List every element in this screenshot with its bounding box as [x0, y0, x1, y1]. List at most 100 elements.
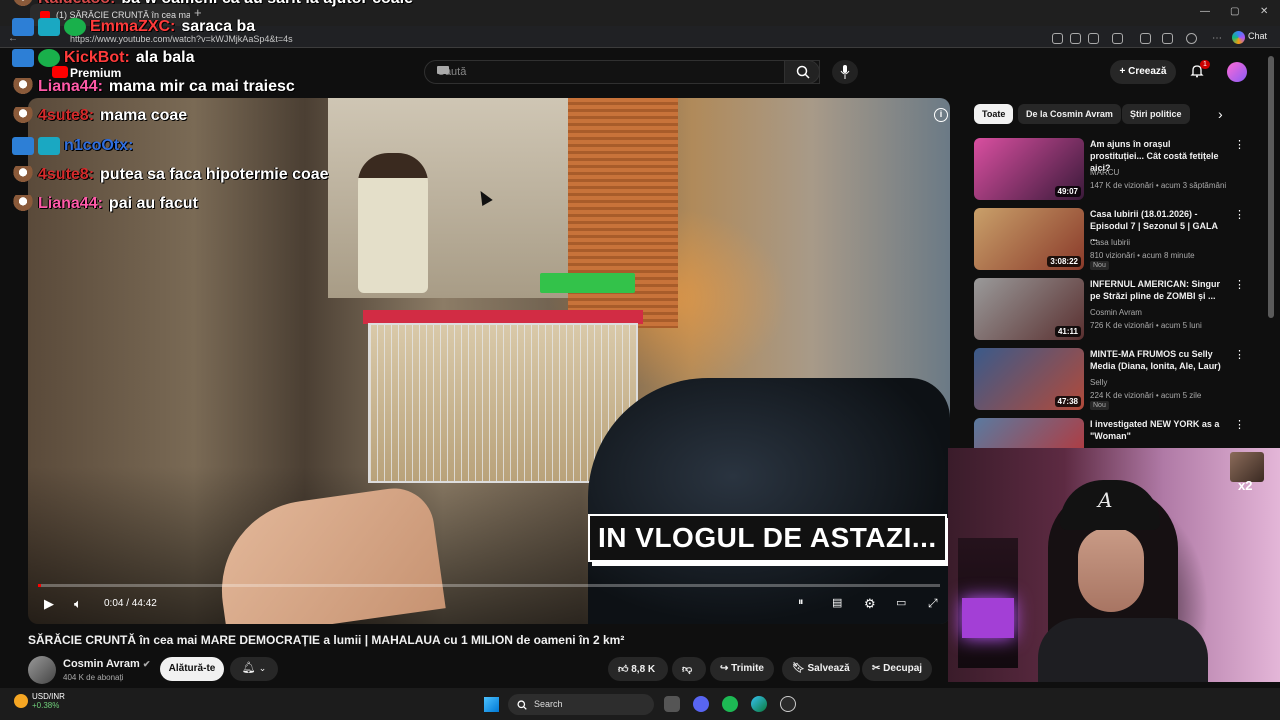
webcam-streamer-shirt [1038, 618, 1208, 682]
video-thumbnail[interactable]: 41:11 [974, 278, 1084, 340]
video-title: SĂRĂCIE CRUNTĂ în cea mai MARE DEMOCRAȚI… [28, 633, 625, 647]
scissors-icon: ✂ [872, 663, 881, 674]
new-badge: Nou [1090, 401, 1109, 410]
task-view-icon[interactable] [664, 696, 680, 712]
edge-browser-icon[interactable] [751, 696, 767, 712]
recommended-video[interactable]: 41:11 INFERNUL AMERICAN: Singur pe Străzi… [972, 278, 1245, 344]
chat-message: Liana44: mama mir ca mai traiesc [12, 78, 295, 100]
video-scene-tray [540, 273, 635, 293]
chat-message: Kaldeaoo: ba w oameni ca au sarit la ajut… [12, 0, 413, 12]
discord-icon[interactable] [693, 696, 709, 712]
streamer-webcam: A x2 [948, 448, 1280, 682]
chevron-right-icon[interactable]: › [1218, 106, 1223, 122]
more-options-icon[interactable]: ⋮ [1234, 278, 1245, 291]
fullscreen-icon[interactable]: ⤢ [928, 596, 938, 611]
more-options-icon[interactable]: ⋮ [1234, 208, 1245, 221]
more-options-icon[interactable]: ⋮ [1234, 138, 1245, 151]
video-scene-hand [210, 483, 446, 624]
recommended-channel: Cosmin Avram [1090, 308, 1142, 317]
obs-icon[interactable] [780, 696, 796, 712]
video-duration: 41:11 [1054, 326, 1081, 337]
chip-politics[interactable]: Știri politice [1122, 104, 1190, 124]
clip-button[interactable]: ✂ Decupaj [862, 657, 933, 681]
verified-icon [38, 49, 60, 67]
settings-gear-icon[interactable]: ⚙ [864, 596, 876, 612]
tab-search-icon[interactable] [1052, 33, 1063, 44]
windows-start-icon[interactable] [484, 697, 499, 712]
dislike-button[interactable]: 👎︎ [672, 657, 706, 681]
channel-avatar[interactable] [28, 656, 56, 684]
create-button[interactable]: + Creează [1110, 60, 1176, 84]
recommended-video[interactable]: 3:08:22 Casa Iubirii (18.01.2026) - Episo… [972, 208, 1245, 274]
video-thumbnail[interactable] [974, 418, 1084, 450]
cup-icon [12, 166, 34, 184]
copilot-chat-button[interactable]: Chat [1232, 31, 1267, 44]
cup-icon [12, 107, 34, 125]
stock-widget[interactable]: USD/INR +0.38% [14, 692, 65, 710]
chip-all[interactable]: Toate [974, 104, 1014, 124]
more-options-icon[interactable]: ⋮ [1234, 418, 1245, 431]
play-icon[interactable]: ▶ [44, 596, 54, 612]
chip-channel[interactable]: De la Cosmin Avram [1018, 104, 1121, 124]
taskbar-search[interactable]: Search [508, 694, 654, 715]
verified-icon [64, 18, 86, 36]
channel-name[interactable]: Cosmin Avram ✔ [63, 658, 150, 670]
recommended-channel: MARCU [1090, 168, 1120, 177]
cup-icon [12, 0, 34, 8]
chat-message: 4sute8: putea sa faca hipotermie coae [12, 166, 329, 188]
more-menu-icon[interactable]: ⋯ [1212, 33, 1222, 44]
gun-icon [12, 137, 34, 155]
autoplay-toggle-icon[interactable]: ⏸ [798, 596, 804, 609]
webcam-monitor-glow [962, 598, 1014, 638]
collections-icon[interactable] [1162, 33, 1173, 44]
translate-icon[interactable] [1070, 33, 1081, 44]
favorite-icon[interactable] [1088, 33, 1099, 44]
recommended-title: MINTE-MA FRUMOS cu Selly Media (Diana, I… [1090, 349, 1221, 371]
chat-text: ba w oameni ca au sarit la ajutor coaie [121, 0, 413, 7]
chat-text: putea sa faca hipotermie coae [100, 166, 329, 184]
profile-icon[interactable] [1186, 33, 1197, 44]
join-button[interactable]: Alătură-te [160, 657, 224, 681]
video-thumbnail[interactable]: 49:07 [974, 138, 1084, 200]
video-time: 0:04 / 44:42 [104, 598, 157, 609]
bell-icon: 🔔︎ [241, 662, 256, 674]
minimize-icon[interactable]: — [1200, 6, 1210, 17]
theater-mode-icon[interactable]: ▭ [896, 596, 906, 609]
thumbs-up-icon: 👍︎ [618, 664, 629, 675]
refresh-icon[interactable] [1112, 33, 1123, 44]
keyboard-icon[interactable] [437, 66, 449, 74]
progress-bar[interactable] [38, 584, 940, 587]
video-scene-motorbike [588, 378, 950, 624]
video-scene-person [358, 153, 428, 293]
more-options-icon[interactable]: ⋮ [1234, 348, 1245, 361]
subtitles-icon[interactable]: ▤ [832, 596, 842, 609]
save-button[interactable]: 🔖︎ Salvează [782, 657, 860, 681]
chat-text: saraca ba [181, 18, 256, 36]
gun-icon [12, 49, 34, 67]
search-input[interactable]: Caută [424, 60, 820, 84]
recommended-video[interactable]: 47:38 MINTE-MA FRUMOS cu Selly Media (Dia… [972, 348, 1245, 414]
info-icon[interactable]: i [934, 108, 948, 122]
recommended-video[interactable]: 49:07 Am ajuns în orașul prostituției... … [972, 138, 1245, 204]
recommended-video[interactable]: I investigated NEW YORK as a "Woman" ⋮ [972, 418, 1245, 450]
chat-message: 4sute8: mama coae [12, 107, 187, 129]
share-button[interactable]: ↪ Trimite [710, 657, 774, 681]
video-duration: 49:07 [1054, 186, 1081, 197]
volume-icon[interactable]: 🔈︎ [74, 596, 82, 612]
subscriber-count: 404 K de abonați [63, 673, 124, 682]
maximize-icon[interactable]: ▢ [1230, 6, 1239, 17]
voice-search-button[interactable] [832, 60, 858, 84]
sidebar-scrollbar[interactable] [1268, 56, 1274, 318]
recommended-meta: 224 K de vizionări • acum 5 zile [1090, 391, 1202, 400]
video-thumbnail[interactable]: 47:38 [974, 348, 1084, 410]
chat-text: mama coae [100, 107, 188, 125]
copilot-icon [1232, 31, 1245, 44]
video-thumbnail[interactable]: 3:08:22 [974, 208, 1084, 270]
subscription-bell-button[interactable]: 🔔︎ ⌄ [230, 657, 278, 681]
search-button[interactable] [784, 60, 820, 84]
account-avatar[interactable] [1227, 62, 1247, 82]
extensions-icon[interactable] [1140, 33, 1151, 44]
spotify-icon[interactable] [722, 696, 738, 712]
like-button[interactable]: 👍︎ 8,8 K [608, 657, 668, 681]
close-window-icon[interactable]: ✕ [1260, 6, 1268, 17]
